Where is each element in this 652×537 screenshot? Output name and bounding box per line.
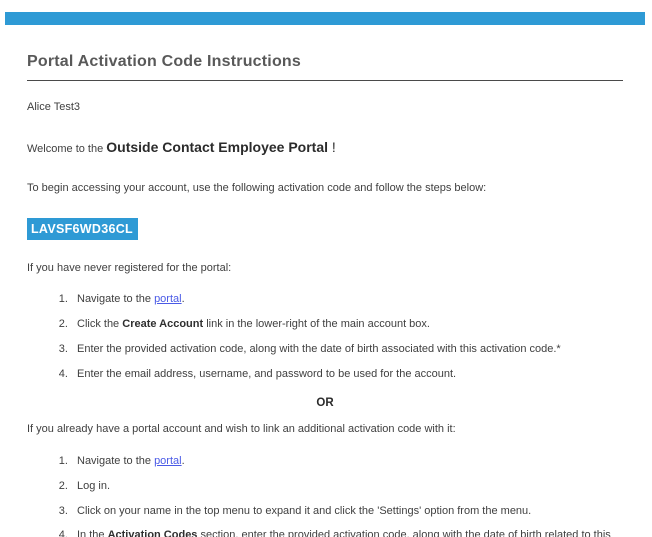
- step-text: Log in.: [77, 480, 110, 492]
- existing-user-section-heading: If you already have a portal account and…: [27, 423, 623, 437]
- existing-user-steps-list: Navigate to the portal. Log in. Click on y…: [27, 455, 623, 537]
- page-title: Portal Activation Code Instructions: [27, 53, 623, 71]
- step-text: .: [182, 455, 185, 467]
- new-user-section-heading: If you have never registered for the por…: [27, 262, 623, 276]
- activation-code-row: LAVSF6WD36CL: [27, 218, 623, 240]
- recipient-name: Alice Test3: [27, 101, 623, 115]
- portal-name: Outside Contact Employee Portal: [106, 139, 328, 155]
- step-text: Click on your name in the top menu to ex…: [77, 505, 531, 517]
- portal-link[interactable]: portal: [154, 293, 182, 305]
- step-item: Navigate to the portal.: [71, 455, 623, 469]
- step-text: link in the lower-right of the main acco…: [203, 318, 430, 330]
- step-item: Enter the provided activation code, alon…: [71, 343, 623, 357]
- title-divider: [27, 80, 623, 81]
- email-page: Portal Activation Code Instructions Alic…: [0, 12, 652, 537]
- step-text: Click the: [77, 318, 122, 330]
- or-separator: OR: [27, 397, 623, 409]
- step-item: In the Activation Codes section, enter t…: [71, 529, 623, 537]
- step-text: Navigate to the: [77, 455, 154, 467]
- email-body-panel: Portal Activation Code Instructions Alic…: [5, 25, 645, 537]
- step-item: Click on your name in the top menu to ex…: [71, 505, 623, 519]
- activation-code-highlight: LAVSF6WD36CL: [27, 218, 138, 240]
- welcome-line: Welcome to the Outside Contact Employee …: [27, 139, 623, 155]
- emphasized-text: Create Account: [122, 318, 203, 330]
- step-text: In the: [77, 529, 108, 537]
- welcome-suffix: !: [328, 139, 336, 155]
- emphasized-text: Activation Codes: [108, 529, 198, 537]
- step-item: Click the Create Account link in the low…: [71, 318, 623, 332]
- portal-link[interactable]: portal: [154, 455, 182, 467]
- step-item: Navigate to the portal.: [71, 293, 623, 307]
- header-accent-bar: [5, 12, 645, 25]
- step-text: .: [182, 293, 185, 305]
- step-text: Enter the email address, username, and p…: [77, 368, 456, 380]
- step-text: Navigate to the: [77, 293, 154, 305]
- step-text: Enter the provided activation code, alon…: [77, 343, 561, 355]
- new-user-steps-list: Navigate to the portal. Click the Create …: [27, 293, 623, 381]
- step-item: Log in.: [71, 480, 623, 494]
- intro-text: To begin accessing your account, use the…: [27, 182, 623, 196]
- step-item: Enter the email address, username, and p…: [71, 368, 623, 382]
- welcome-prefix: Welcome to the: [27, 143, 106, 155]
